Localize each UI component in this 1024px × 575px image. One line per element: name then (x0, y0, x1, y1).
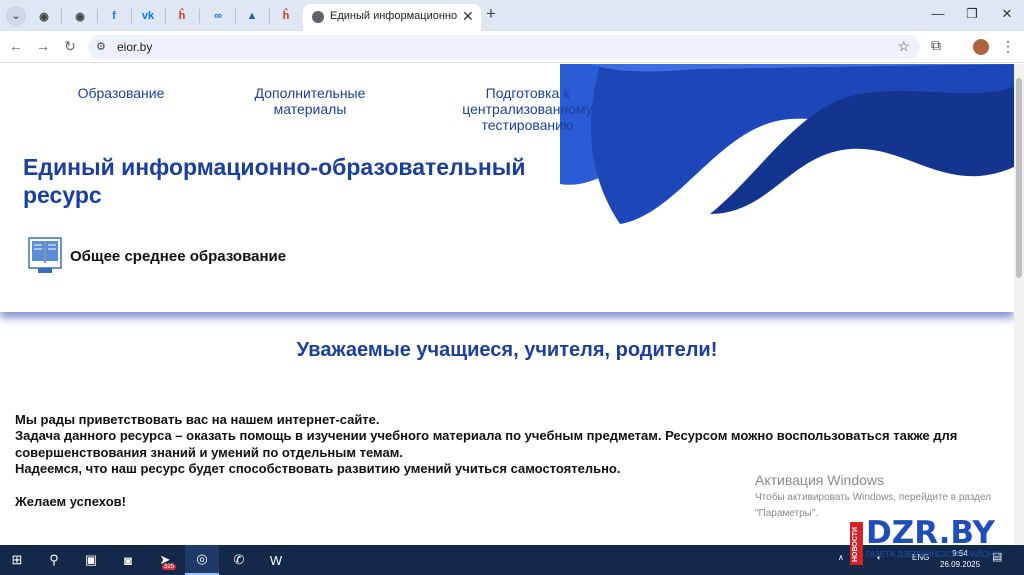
browser-toolbar: ← → ↻ ⚙ eior.by ☆ (0, 31, 1024, 63)
h-icon[interactable]: ĥ (276, 6, 296, 26)
tab-separator (131, 9, 132, 23)
search-icon[interactable]: ⚲ (37, 545, 71, 575)
nav-link-additional-materials[interactable]: Дополнительные материалы (240, 85, 380, 117)
greeting-heading: Уважаемые учащиеся, учителя, родители! (296, 339, 718, 361)
page-content: Образование Дополнительные материалы Под… (0, 64, 1014, 545)
menu-icon[interactable]: ⋮ (1001, 38, 1015, 55)
task-view-icon[interactable]: ▣ (74, 545, 108, 575)
chevron-up-icon[interactable]: ∧ (838, 553, 844, 562)
camera-icon[interactable]: ◙ (111, 545, 145, 575)
watermark-tag: НОВОСТИ (850, 522, 863, 565)
intro-line: Задача данного ресурса – оказать помощь … (15, 428, 958, 460)
url-text: eior.by (117, 40, 153, 54)
section-link-general-education[interactable]: Общее среднее образование (70, 248, 286, 265)
active-tab[interactable]: Единый информационно-обр ✕ (303, 4, 481, 31)
scrollbar-thumb[interactable] (1016, 78, 1022, 278)
back-icon[interactable]: ← (7, 38, 25, 54)
mountain-icon[interactable]: ▲ (242, 6, 262, 26)
globe-icon[interactable]: ◉ (70, 6, 90, 26)
globe-icon (312, 11, 324, 23)
tab-separator (97, 9, 98, 23)
vk-icon[interactable]: vk (138, 6, 158, 26)
watermark-subtitle: ГАЗЕТА ДЗЕРЖИНСКОГО РАЙОНА (866, 550, 1000, 559)
telegram-icon[interactable]: ➤ (148, 545, 182, 575)
wish-text: Желаем успехов! (15, 494, 126, 509)
tab-separator (269, 9, 270, 23)
new-tab-button[interactable]: + (486, 4, 496, 24)
tab-search-button[interactable]: ⌄ (6, 6, 26, 26)
telegram-badge: 325 (162, 564, 177, 570)
minimize-icon[interactable]: — (927, 6, 949, 21)
nav-link-education[interactable]: Образование (66, 85, 176, 101)
word-icon[interactable]: W (259, 545, 293, 575)
tab-separator (199, 9, 200, 23)
wave-decoration (560, 64, 1014, 224)
h-icon[interactable]: ĥ (172, 6, 192, 26)
page-title: Единый информационно-образовательный рес… (23, 154, 526, 208)
site-header: Образование Дополнительные материалы Под… (0, 64, 1014, 312)
infinity-icon[interactable]: ∞ (208, 6, 228, 26)
forward-icon[interactable]: → (34, 38, 52, 54)
clock-date: 26.09.2025 (940, 560, 981, 569)
site-info-icon[interactable]: ⚙ (96, 40, 106, 53)
watermark-tag-text: НОВОСТИ (852, 526, 859, 562)
reload-icon[interactable]: ↻ (61, 38, 79, 55)
extensions-icon[interactable]: ⧉ (931, 37, 941, 54)
tab-separator (165, 9, 166, 23)
avatar[interactable] (973, 39, 989, 55)
activation-title: Активация Windows (755, 472, 885, 488)
nav-link-ct-preparation[interactable]: Подготовка к централизованному тестирова… (440, 85, 615, 133)
tab-separator (235, 9, 236, 23)
bookmark-star-icon[interactable]: ☆ (897, 38, 910, 55)
intro-line: Мы рады приветствовать вас на нашем инте… (15, 412, 380, 427)
facebook-icon[interactable]: f (104, 6, 124, 26)
window-close-icon[interactable]: ✕ (996, 6, 1018, 22)
chrome-icon[interactable]: ◎ (185, 545, 219, 575)
globe-icon[interactable]: ◉ (34, 6, 54, 26)
tab-strip: ⌄ ◉◉fvkĥ∞▲ĥ Единый информационно-обр ✕ +… (0, 0, 1024, 31)
address-bar[interactable]: ⚙ eior.by ☆ (88, 35, 920, 59)
windows-start-icon[interactable]: ⊞ (0, 545, 34, 575)
intro-text: Мы рады приветствовать вас на нашем инте… (15, 412, 1005, 477)
tab-title: Единый информационно-обр (330, 10, 458, 22)
watermark-logo: DZR.BY (866, 515, 995, 551)
tab-close-icon[interactable]: ✕ (462, 8, 474, 25)
viber-icon[interactable]: ✆ (222, 545, 256, 575)
book-icon (28, 237, 62, 273)
tab-separator (61, 9, 62, 23)
restore-icon[interactable]: ❐ (961, 6, 983, 22)
